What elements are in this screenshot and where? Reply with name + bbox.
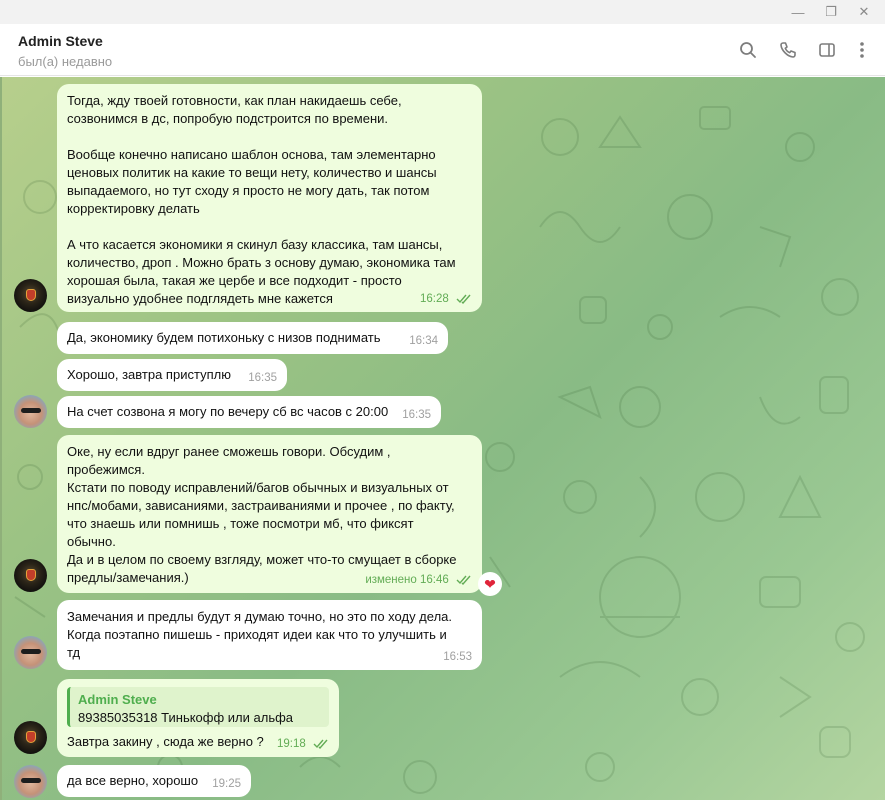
message-bubble[interactable]: Admin Steve 89385035318 Тинькофф или аль… xyxy=(57,679,339,757)
message-time: 16:34 xyxy=(409,335,438,347)
double-check-icon xyxy=(456,575,471,585)
message-bubble[interactable]: Оке, ну если вдруг ранее сможешь говори.… xyxy=(57,435,482,593)
message-bubble[interactable]: Замечания и предлы будут я думаю точно, … xyxy=(57,600,482,670)
message-time: 16:35 xyxy=(402,409,431,421)
message-bubble[interactable]: Хорошо, завтра приступлю 16:35 xyxy=(57,359,287,391)
message-bubble[interactable]: На счет созвона я могу по вечеру сб вс ч… xyxy=(57,396,441,428)
heart-reaction[interactable]: ❤ xyxy=(478,572,502,596)
minimize-button[interactable]: — xyxy=(783,2,813,22)
avatar[interactable] xyxy=(14,765,47,798)
avatar[interactable] xyxy=(14,279,47,312)
message-bubble[interactable]: да все верно, хорошо 19:25 xyxy=(57,765,251,797)
message-time: 16:28 xyxy=(420,293,449,305)
chat-status: был(а) недавно xyxy=(18,54,113,69)
message-meta: изменено 16:46 xyxy=(365,571,472,589)
message-text: На счет созвона я могу по вечеру сб вс ч… xyxy=(67,404,389,419)
edited-label: изменено xyxy=(365,574,417,586)
reply-quote[interactable]: Admin Steve 89385035318 Тинькофф или аль… xyxy=(67,687,329,727)
message-time: 19:25 xyxy=(212,778,241,790)
avatar[interactable] xyxy=(14,395,47,428)
message-time: 16:53 xyxy=(443,651,472,663)
avatar[interactable] xyxy=(14,721,47,754)
window-titlebar: — ❐ ✕ xyxy=(0,0,885,24)
message-bubble[interactable]: Тогда, жду твоей готовности, как план на… xyxy=(57,84,482,312)
message-text: Да, экономику будем потихоньку с низов п… xyxy=(67,330,381,345)
close-button[interactable]: ✕ xyxy=(849,2,879,22)
message-meta: 16:28 xyxy=(420,290,472,308)
heart-icon: ❤ xyxy=(484,576,496,592)
message-text: Оке, ну если вдруг ранее сможешь говори.… xyxy=(67,444,457,585)
phone-icon[interactable] xyxy=(777,39,799,61)
message-time: 19:18 xyxy=(277,738,306,750)
message-time: 16:46 xyxy=(420,574,449,586)
message-text: Тогда, жду твоей готовности, как план на… xyxy=(67,93,456,306)
double-check-icon xyxy=(456,294,471,304)
message-meta: 19:18 xyxy=(277,735,329,753)
sidebar-toggle-icon[interactable] xyxy=(816,39,838,61)
double-check-icon xyxy=(313,739,328,749)
left-edge-strip xyxy=(0,77,2,800)
chat-title[interactable]: Admin Steve xyxy=(18,33,103,49)
message-bubble[interactable]: Да, экономику будем потихоньку с низов п… xyxy=(57,322,448,354)
message-text: Замечания и предлы будут я думаю точно, … xyxy=(67,609,452,660)
avatar[interactable] xyxy=(14,559,47,592)
search-icon[interactable] xyxy=(737,39,759,61)
message-time: 16:35 xyxy=(248,372,277,384)
more-vert-icon[interactable] xyxy=(851,39,873,61)
avatar[interactable] xyxy=(14,636,47,669)
reply-text: 89385035318 Тинькофф или альфа xyxy=(78,710,294,725)
chat-header: Admin Steve был(а) недавно xyxy=(0,24,885,76)
restore-button[interactable]: ❐ xyxy=(816,2,846,22)
message-text: Хорошо, завтра приступлю xyxy=(67,367,231,382)
reply-sender: Admin Steve xyxy=(78,692,157,707)
message-text: Завтра закину , сюда же верно ? xyxy=(67,734,264,749)
